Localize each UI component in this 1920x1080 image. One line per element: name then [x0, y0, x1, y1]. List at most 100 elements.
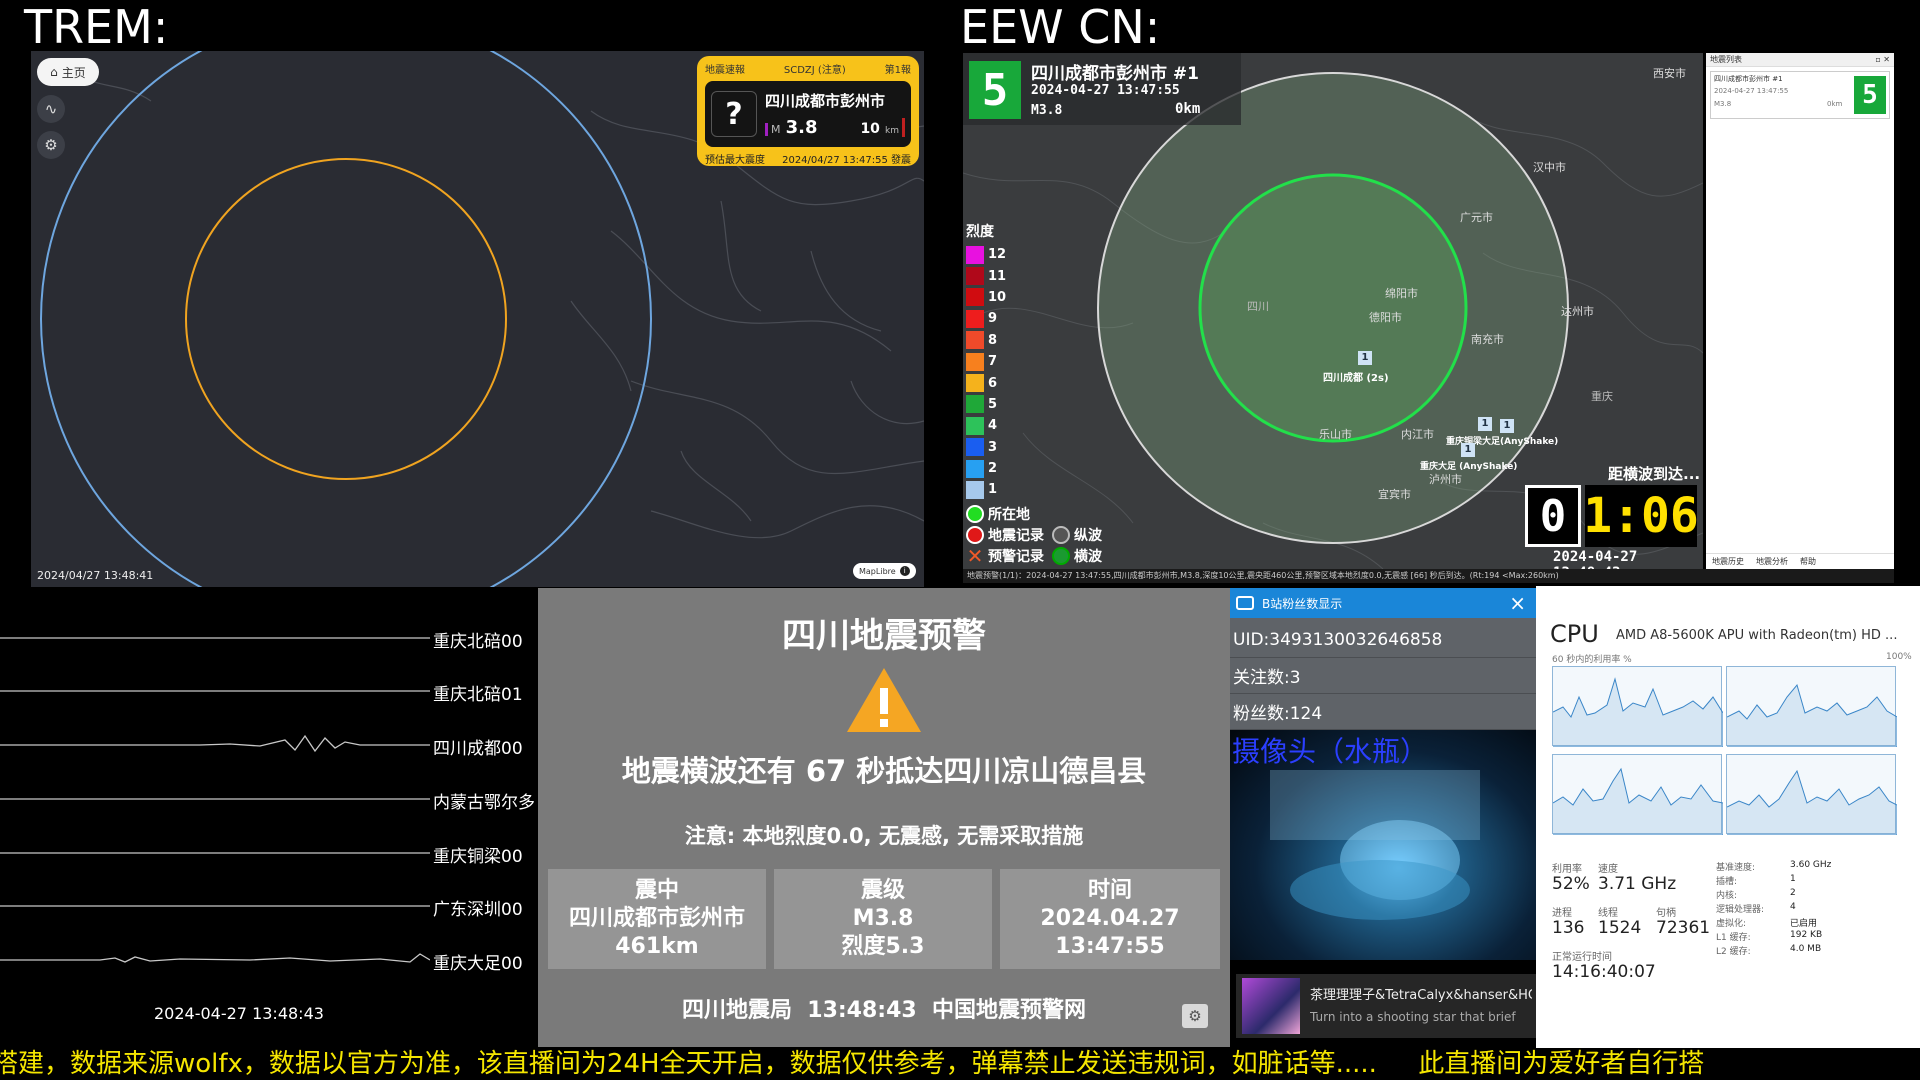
maplibre-label: MapLibre — [859, 566, 896, 576]
legend-row: 11 — [966, 265, 1006, 286]
cpu-spec-value: 4.0 MB — [1790, 944, 1822, 954]
alert-settings-button[interactable]: ⚙ — [1182, 1004, 1208, 1028]
s-wave-icon — [1052, 546, 1070, 565]
thread-label: 线程 — [1598, 908, 1618, 919]
maplibre-badge[interactable]: MapLibre i — [853, 563, 916, 579]
cpu-spec-row: 逻辑处理器: 4 — [1716, 902, 1906, 916]
cpu-spec-key: 逻辑处理器: — [1716, 905, 1765, 915]
station-label: 重庆大足00 — [433, 954, 523, 974]
card-depth: 10 — [860, 121, 880, 137]
legend-swatch — [966, 331, 984, 350]
music-player[interactable]: 茶理理理子&TetraCalyx&hanser&HC Turn into a s… — [1236, 974, 1536, 1038]
legend-swatch — [966, 480, 984, 499]
station-label: 内蒙古鄂尔多 — [433, 793, 535, 813]
legend-swatch — [966, 395, 984, 414]
legend-swatch — [966, 374, 984, 393]
proc-value: 136 — [1552, 918, 1585, 938]
cpu-core-graph — [1726, 754, 1898, 836]
side-tab[interactable]: 地震分析 — [1750, 554, 1794, 569]
cpu-spec-key: 内核: — [1716, 891, 1738, 901]
city-label: 宜宾市 — [1378, 488, 1411, 501]
city-label: 西安市 — [1653, 67, 1686, 80]
station-marker[interactable]: 1 — [1461, 443, 1475, 457]
bili-uid: UID:3493130032646858 — [1230, 622, 1536, 658]
legend-label: 5 — [988, 396, 998, 412]
eew-location: 四川成都市彭州市 #1 — [1031, 64, 1199, 84]
trem-timestamp: 2024/04/27 13:48:41 — [37, 569, 154, 582]
time-clock: 13:47:55 — [1055, 934, 1165, 959]
proc-label: 进程 — [1552, 908, 1572, 919]
cpu-spec-row: 基准速度: 3.60 GHz — [1716, 860, 1906, 874]
side-tab[interactable]: 帮助 — [1794, 554, 1822, 569]
home-label: 主页 — [61, 65, 86, 80]
legend-row: 2 — [966, 458, 1006, 479]
intensity-legend: 烈度 12 11 10 9 8 7 6 5 4 3 2 1 — [966, 221, 1006, 501]
legend-location: 所在地 — [988, 506, 1030, 523]
magnitude-title: 震级 — [860, 878, 905, 903]
bili-following: 关注数:3 — [1230, 658, 1536, 694]
card-tag-type: 地震速報 — [705, 65, 745, 76]
station-marker[interactable]: 1 — [1478, 417, 1492, 431]
station-label: 四川成都00 — [433, 739, 523, 759]
trem-eew-card[interactable]: 地震速報 SCDZJ (注意) 第1報 ? 四川成都市彭州市 M 3.8 10 … — [697, 56, 919, 166]
eew-datetime: 2024-04-27 13:47:55 — [1031, 83, 1180, 98]
card-intensity: ? — [711, 91, 757, 137]
station-label: 重庆北碚00 — [433, 632, 523, 652]
city-label: 南充市 — [1471, 333, 1504, 346]
music-title: 茶理理理子&TetraCalyx&hanser&HC — [1310, 988, 1532, 1003]
countdown-left: 0 — [1525, 485, 1581, 547]
trem-title: TREM: — [24, 0, 169, 54]
eew-map[interactable]: 西安市 汉中市 广元市 绵阳市 德阳市 南充市 达州市 乐山市 内江市 宜宾市 … — [963, 53, 1703, 569]
side-entry-time: 2024-04-27 13:47:55 — [1714, 87, 1789, 95]
home-button[interactable]: ⌂ 主页 — [37, 58, 99, 86]
cpu-title: CPU — [1550, 620, 1599, 648]
camera-feed: 摄像头（水瓶） — [1230, 730, 1536, 960]
cpu-spec-key: L1 缓存: — [1716, 933, 1751, 943]
util-label: 利用率 — [1552, 864, 1582, 875]
card-mag-prefix: M — [765, 123, 781, 136]
cpu-spec-row: 虚拟化: 已启用 — [1716, 916, 1906, 930]
time-date: 2024.04.27 — [1040, 906, 1180, 931]
eew-footer-text: 地震预警(1/1)：2024-04-27 13:47:55,四川成都市彭州市,M… — [967, 571, 1559, 580]
alert-footer: 四川地震局 13:48:43 中国地震预警网 — [681, 998, 1087, 1023]
legend-row: 9 — [966, 308, 1006, 329]
station-marker[interactable]: 1 — [1500, 419, 1514, 433]
magnitude-value: M3.8 — [852, 906, 914, 931]
station-label: 四川成都 (2s) — [1323, 373, 1389, 384]
cpu-spec-value: 4 — [1790, 902, 1796, 912]
p-wave-icon — [1052, 525, 1070, 544]
legend-row: 5 — [966, 394, 1006, 415]
legend-row: 4 — [966, 415, 1006, 436]
side-tab[interactable]: 地震历史 — [1706, 554, 1750, 569]
legend-label: 8 — [988, 332, 998, 348]
city-label: 汉中市 — [1533, 161, 1566, 174]
legend-title: 烈度 — [966, 224, 994, 240]
legend-row: 3 — [966, 437, 1006, 458]
window-controls[interactable]: ▫ ✕ — [1875, 53, 1894, 66]
side-entry[interactable]: 四川成都市彭州市 #1 2024-04-27 13:47:55 M3.8 0km… — [1710, 71, 1890, 119]
graph-max: 100% — [1886, 652, 1912, 662]
close-button[interactable]: × — [1509, 591, 1526, 615]
legend-row: 7 — [966, 351, 1006, 372]
cpu-spec-value: 2 — [1790, 888, 1796, 898]
station-label: 重庆铜梁00 — [433, 847, 523, 867]
waveform-button[interactable]: ∿ — [37, 95, 65, 123]
info-icon: i — [899, 566, 910, 576]
location-dot-icon — [966, 504, 984, 523]
cpu-core-graph — [1726, 666, 1898, 748]
eew-side-panel[interactable]: 地震列表 ▫ ✕ 四川成都市彭州市 #1 2024-04-27 13:47:55… — [1706, 53, 1894, 569]
station-label: 重庆大足 (AnyShake) — [1420, 462, 1518, 472]
waveform-lines — [0, 637, 430, 963]
card-location: 四川成都市彭州市 — [765, 92, 886, 110]
epicenter-distance: 461km — [615, 934, 699, 959]
cpu-specs: 基准速度: 3.60 GHz 插槽: 1 内核: 2 逻辑处理器: 4 虚拟化: 已启用 L1 缓存… — [1716, 860, 1906, 958]
legend-label: 7 — [988, 354, 998, 370]
settings-button[interactable]: ⚙ — [37, 131, 65, 159]
legend-label: 12 — [988, 247, 1007, 263]
time-box: 时间 2024.04.27 13:47:55 — [1000, 869, 1220, 969]
legend-label: 3 — [988, 439, 998, 455]
eew-title: EEW CN: — [960, 0, 1161, 54]
city-label: 乐山市 — [1319, 428, 1352, 441]
eew-distance: 0km — [1175, 101, 1201, 117]
station-marker[interactable]: 1 — [1358, 351, 1372, 365]
